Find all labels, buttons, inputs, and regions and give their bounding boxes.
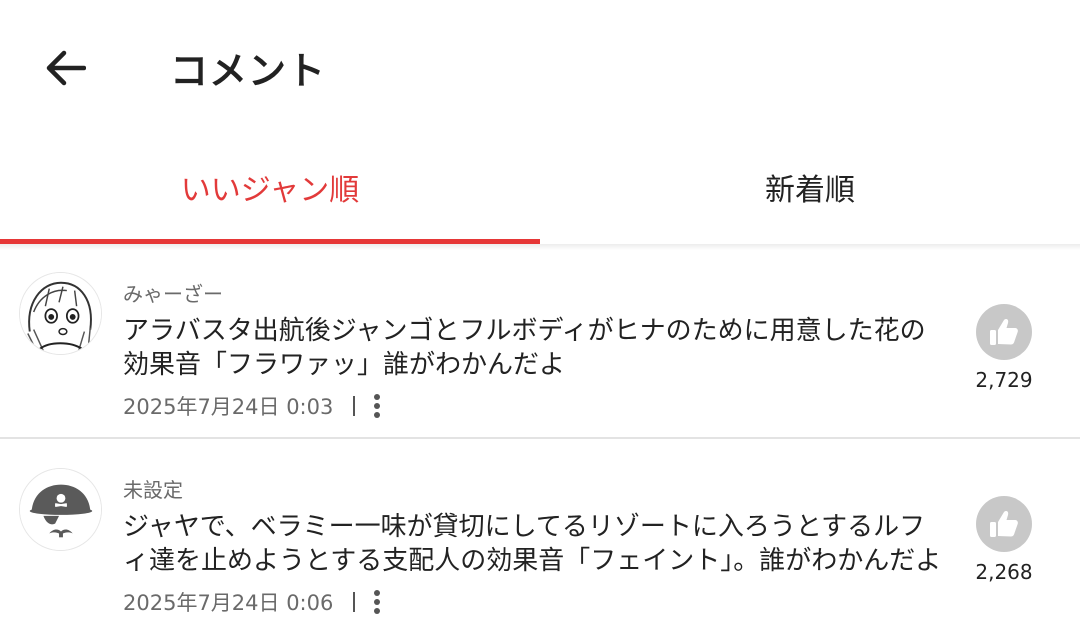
more-dot-icon bbox=[374, 412, 381, 418]
pirate-avatar-icon bbox=[20, 469, 101, 550]
manga-girl-avatar-icon bbox=[20, 273, 101, 354]
comment-username[interactable]: みゃーざー bbox=[123, 278, 223, 307]
arrow-left-icon bbox=[46, 50, 86, 86]
like-circle bbox=[976, 496, 1032, 552]
more-options-button[interactable] bbox=[371, 392, 383, 420]
comment-text: アラバスタ出航後ジャンゴとフルボディがヒナのために用意した花の効果音「フラワァッ… bbox=[123, 316, 926, 380]
more-dot-icon bbox=[374, 599, 381, 605]
more-dot-icon bbox=[374, 394, 381, 400]
tab-newest[interactable]: 新着順 bbox=[540, 136, 1080, 244]
comment-item: みゃーざー アラバスタ出航後ジャンゴとフルボディがヒナのために用意した花の効果音… bbox=[0, 244, 1080, 439]
thumbs-up-icon bbox=[990, 319, 1018, 345]
sort-tabs: いいジャン順 新着順 bbox=[0, 136, 1080, 244]
comment-date: 2025年7月24日 0:03 bbox=[123, 395, 334, 419]
comment-meta: 2025年7月24日 0:03 bbox=[123, 392, 383, 420]
more-dot-icon bbox=[374, 608, 381, 614]
like-count: 2,268 bbox=[975, 560, 1033, 584]
comment-text: ジャヤで、ベラミー一味が貸切にしてるリゾートに入ろうとするルフィ達を止めようとす… bbox=[123, 512, 942, 576]
like-button[interactable]: 2,729 bbox=[966, 304, 1042, 392]
comment-username[interactable]: 未設定 bbox=[123, 474, 183, 503]
avatar[interactable] bbox=[19, 468, 102, 551]
tab-popular[interactable]: いいジャン順 bbox=[0, 136, 540, 244]
comment-date: 2025年7月24日 0:06 bbox=[123, 591, 334, 615]
avatar[interactable] bbox=[19, 272, 102, 355]
like-count: 2,729 bbox=[975, 368, 1033, 392]
like-circle bbox=[976, 304, 1032, 360]
app-header: コメント bbox=[0, 0, 1080, 136]
like-button[interactable]: 2,268 bbox=[966, 496, 1042, 584]
back-button[interactable] bbox=[34, 38, 98, 98]
more-dot-icon bbox=[374, 590, 381, 596]
comment-meta: 2025年7月24日 0:06 bbox=[123, 588, 383, 616]
more-dot-icon bbox=[374, 403, 381, 409]
meta-separator bbox=[353, 396, 356, 416]
page-title: コメント bbox=[170, 49, 327, 93]
more-options-button[interactable] bbox=[371, 588, 383, 616]
meta-separator bbox=[353, 592, 356, 612]
comment-item: 未設定 ジャヤで、ベラミー一味が貸切にしてるリゾートに入ろうとするルフィ達を止め… bbox=[0, 440, 1080, 635]
thumbs-up-icon bbox=[990, 511, 1018, 537]
